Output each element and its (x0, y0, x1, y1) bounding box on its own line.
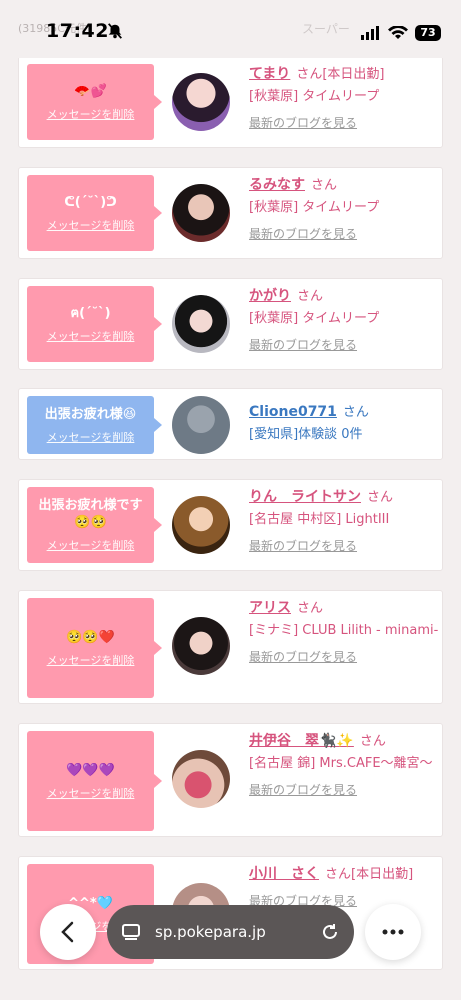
message-bubble: 出張お疲れ様😆 メッセージを削除 (27, 396, 162, 454)
message-text: 🥺🥺❤️ (66, 629, 115, 645)
tabs-icon[interactable] (121, 922, 141, 942)
list-item: ฅ(ˊ˘ˋ) メッセージを削除 かがり さん [秋葉原] タイムリープ 最新のブロ… (18, 278, 443, 370)
chevron-left-icon (61, 921, 74, 943)
status-bar: (31985C元件) スーパー 17:42 73 (0, 0, 461, 58)
delete-message-link[interactable]: メッセージを削除 (47, 785, 135, 801)
avatar[interactable] (172, 496, 230, 554)
avatar[interactable] (172, 750, 230, 808)
blog-link[interactable]: 最新のブログを見る (249, 537, 439, 555)
list-item: 💜💜💜 メッセージを削除 井伊谷 翠🐈‍⬛✨ さん [名古屋 錦] Mrs.CAF… (18, 723, 443, 837)
shop-info: [秋葉原] タイムリープ (249, 200, 380, 215)
status-icons: 73 (361, 24, 441, 42)
message-bubble: 🪭💕 メッセージを削除 (27, 64, 162, 140)
bell-muted-icon (108, 23, 122, 39)
wifi-icon (388, 26, 408, 39)
address-bar[interactable]: sp.pokepara.jp (107, 905, 354, 959)
list-item: 出張お疲れ様です🥺🥺 メッセージを削除 りん ライトサン さん [名古屋 中村区]… (18, 479, 443, 571)
status-time: 17:42 (46, 20, 109, 42)
avatar[interactable] (172, 396, 230, 454)
reload-icon[interactable] (320, 922, 340, 942)
url-text: sp.pokepara.jp (155, 923, 266, 941)
message-bubble: 🥺🥺❤️ メッセージを削除 (27, 598, 162, 698)
message-text: 出張お疲れ様😆 (44, 406, 137, 422)
signal-icon (361, 26, 379, 40)
list-item: 出張お疲れ様😆 メッセージを削除 Clione0771 さん [愛知県]体験談 0… (18, 388, 443, 460)
review-info: [愛知県]体験談 0件 (249, 427, 363, 442)
shop-info: [秋葉原] タイムリープ (249, 89, 380, 104)
message-text: 🪭💕 (74, 83, 107, 99)
more-button[interactable] (365, 904, 421, 960)
more-icon (382, 929, 404, 935)
message-text: 出張お疲れ様です🥺🥺 (38, 498, 143, 530)
list-item: ᕦ(ˊ˘ˋ)ᕤ メッセージを削除 るみなす さん [秋葉原] タイムリープ 最新の… (18, 167, 443, 259)
behind-text-right: スーパー (302, 22, 350, 36)
extra-badge: [本日出勤] (322, 67, 385, 82)
message-bubble: 出張お疲れ様です🥺🥺 メッセージを削除 (27, 487, 162, 563)
delete-message-link[interactable]: メッセージを削除 (47, 106, 135, 122)
user-name-link[interactable]: Clione0771 (249, 404, 337, 420)
blog-link[interactable]: 最新のブログを見る (249, 336, 439, 354)
shop-info: [秋葉原] タイムリープ (249, 311, 380, 326)
shop-info: [ミナミ] CLUB Lilith - minami- (249, 623, 439, 638)
avatar[interactable] (172, 295, 230, 353)
user-name-link[interactable]: 小川 さく (249, 866, 319, 882)
delete-message-link[interactable]: メッセージを削除 (47, 217, 135, 233)
back-button[interactable] (40, 904, 96, 960)
message-bubble: 💜💜💜 メッセージを削除 (27, 731, 162, 831)
extra-badge: [本日出勤] (351, 867, 414, 882)
user-name-link[interactable]: てまり (249, 66, 290, 82)
message-bubble: ฅ(ˊ˘ˋ) メッセージを削除 (27, 286, 162, 362)
list-item: 🪭💕 メッセージを削除 てまり さん[本日出勤] [秋葉原] タイムリープ 最新の… (18, 56, 443, 148)
battery-indicator: 73 (415, 25, 441, 41)
avatar[interactable] (172, 617, 230, 675)
blog-link[interactable]: 最新のブログを見る (249, 781, 439, 799)
user-name-link[interactable]: 井伊谷 翠🐈‍⬛✨ (249, 733, 354, 749)
blog-link[interactable]: 最新のブログを見る (249, 225, 439, 243)
message-text: 💜💜💜 (66, 762, 115, 778)
shop-info: [名古屋 錦] Mrs.CAFE〜離宮〜 (249, 756, 433, 771)
message-bubble: ᕦ(ˊ˘ˋ)ᕤ メッセージを削除 (27, 175, 162, 251)
message-text: ᕦ(ˊ˘ˋ)ᕤ (64, 194, 117, 210)
user-name-link[interactable]: アリス (249, 600, 291, 616)
avatar[interactable] (172, 184, 230, 242)
avatar[interactable] (172, 73, 230, 131)
browser-toolbar: sp.pokepara.jp (0, 900, 461, 970)
blog-link[interactable]: 最新のブログを見る (249, 114, 439, 132)
user-name-link[interactable]: かがり (249, 288, 291, 304)
delete-message-link[interactable]: メッセージを削除 (47, 652, 135, 668)
user-name-link[interactable]: るみなす (249, 177, 305, 193)
blog-link[interactable]: 最新のブログを見る (249, 648, 439, 666)
delete-message-link[interactable]: メッセージを削除 (47, 429, 135, 445)
message-text: ฅ(ˊ˘ˋ) (70, 305, 111, 321)
user-name-link[interactable]: りん ライトサン (249, 489, 361, 505)
shop-info: [名古屋 中村区] LightIII (249, 512, 390, 527)
delete-message-link[interactable]: メッセージを削除 (47, 328, 135, 344)
list-item: 🥺🥺❤️ メッセージを削除 アリス さん [ミナミ] CLUB Lilith - … (18, 590, 443, 704)
delete-message-link[interactable]: メッセージを削除 (47, 537, 135, 553)
